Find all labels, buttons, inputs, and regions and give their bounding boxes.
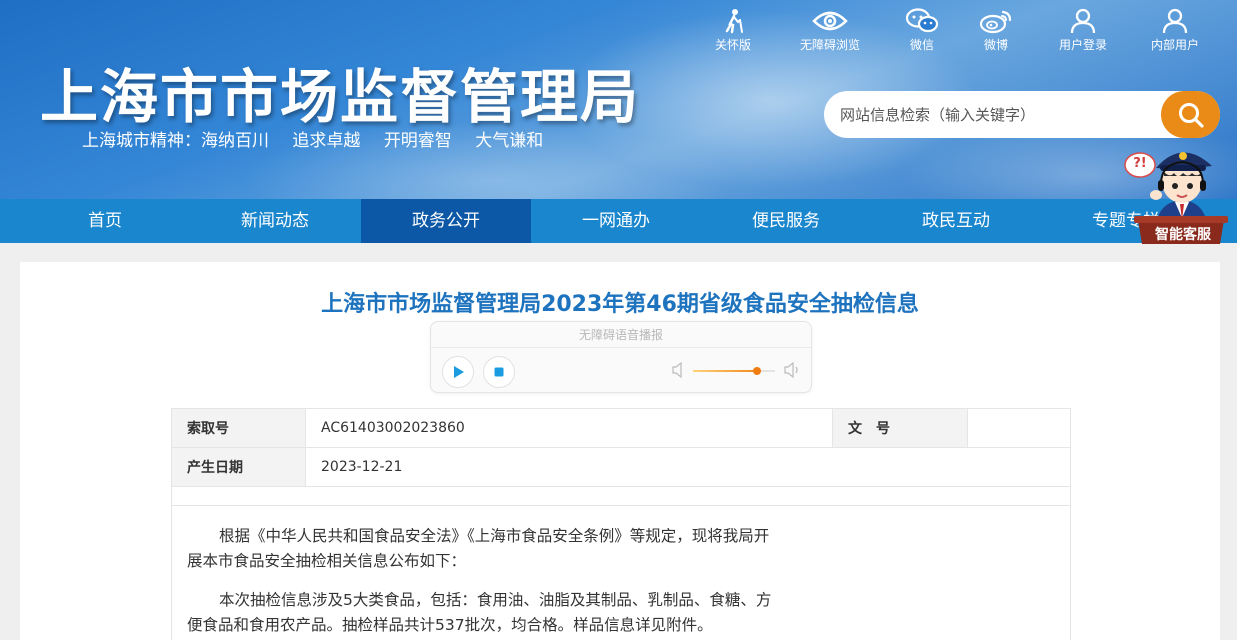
index-label: 索取号 <box>171 408 306 448</box>
tool-label: 内部用户 <box>1150 38 1199 52</box>
info-table: 索取号 AC61403002023860 文 号 产生日期 2023-12-21 <box>171 408 1071 506</box>
table-row: 索取号 AC61403002023860 文 号 <box>171 408 1071 448</box>
article-body: 根据《中华人民共和国食品安全法》《上海市食品安全条例》等规定，现将我局开展本市食… <box>186 524 776 640</box>
search-input[interactable] <box>824 91 1164 138</box>
article-container: 上海市市场监督管理局2023年第46期省级食品安全抽检信息 无障碍语音播报 索取… <box>20 262 1220 640</box>
spirit-part: 上海城市精神：海纳百川 <box>82 131 269 151</box>
index-value: AC61403002023860 <box>305 408 833 448</box>
user-icon <box>1162 8 1188 34</box>
volume-slider[interactable] <box>693 367 775 375</box>
stop-icon <box>494 367 504 377</box>
stop-button[interactable] <box>483 356 515 388</box>
search-box <box>824 91 1220 138</box>
mascot-label: 智能客服 <box>1155 227 1211 243</box>
article-title: 上海市市场监督管理局2023年第46期省级食品安全抽检信息 <box>321 292 919 317</box>
nav-item-gov-affairs[interactable]: 政务公开 <box>361 199 531 243</box>
weibo-icon <box>979 10 1012 34</box>
table-spacer <box>171 486 1071 506</box>
date-label: 产生日期 <box>171 447 306 487</box>
weibo-button[interactable]: 微博 <box>951 8 1041 53</box>
volume-high-icon[interactable] <box>783 362 801 378</box>
doc-number-value <box>967 408 1071 448</box>
tool-label: 无障碍浏览 <box>799 38 860 52</box>
nav-item-one-net-service[interactable]: 一网通办 <box>531 199 701 243</box>
volume-fill <box>693 370 757 372</box>
table-row: 产生日期 2023-12-21 <box>171 447 1071 487</box>
doc-number-label: 文 号 <box>832 408 968 448</box>
main-nav: 首页 新闻动态 政务公开 一网通办 便民服务 政民互动 专题专栏 <box>0 199 1237 243</box>
care-mode-button[interactable]: 关怀版 <box>688 8 778 53</box>
paragraph: 根据《中华人民共和国食品安全法》《上海市食品安全条例》等规定，现将我局开展本市食… <box>187 527 770 570</box>
nav-item-home[interactable]: 首页 <box>20 199 190 243</box>
spirit-part: 开明睿智 <box>383 131 452 151</box>
spirit-part: 大气谦和 <box>475 131 544 151</box>
site-header: 上海市市场监督管理局 上海城市精神：海纳百川 追求卓越 开明睿智 大气谦和 关怀… <box>0 0 1237 199</box>
user-login-button[interactable]: 用户登录 <box>1038 8 1128 53</box>
bubble-text: ?! <box>1133 156 1147 171</box>
table-row <box>171 486 1071 506</box>
date-value: 2023-12-21 <box>305 447 1071 487</box>
nav-item-news[interactable]: 新闻动态 <box>190 199 360 243</box>
search-button[interactable] <box>1161 91 1220 138</box>
elderly-care-icon <box>725 9 743 34</box>
search-icon <box>1178 102 1204 128</box>
volume-knob[interactable] <box>752 367 761 375</box>
tool-label: 微博 <box>983 38 1008 52</box>
volume-low-icon[interactable] <box>671 362 685 378</box>
accessibility-button[interactable]: 无障碍浏览 <box>785 8 875 53</box>
nav-item-public-service[interactable]: 便民服务 <box>701 199 871 243</box>
tool-label: 用户登录 <box>1058 38 1107 52</box>
wechat-icon <box>905 8 939 33</box>
nav-item-interaction[interactable]: 政民互动 <box>871 199 1041 243</box>
eye-icon <box>812 11 848 31</box>
play-icon <box>454 366 464 378</box>
city-spirit-slogan: 上海城市精神：海纳百川 追求卓越 开明睿智 大气谦和 <box>82 126 561 151</box>
smart-customer-service[interactable]: ?! 智能客服 <box>1120 140 1230 248</box>
spirit-part: 追求卓越 <box>292 131 361 151</box>
play-button[interactable] <box>442 356 474 388</box>
header-tools: 关怀版 无障碍浏览 微信 微博 用户登录 内部用户 <box>700 8 1230 54</box>
tool-label: 关怀版 <box>714 38 751 52</box>
site-title: 上海市市场监督管理局 <box>40 63 641 131</box>
paragraph: 本次抽检信息涉及5大类食品，包括：食用油、油脂及其制品、乳制品、食糖、方便食品和… <box>187 591 772 634</box>
player-title: 无障碍语音播报 <box>431 322 811 348</box>
user-icon <box>1070 8 1096 34</box>
audio-player: 无障碍语音播报 <box>430 321 812 393</box>
internal-user-button[interactable]: 内部用户 <box>1130 8 1220 53</box>
